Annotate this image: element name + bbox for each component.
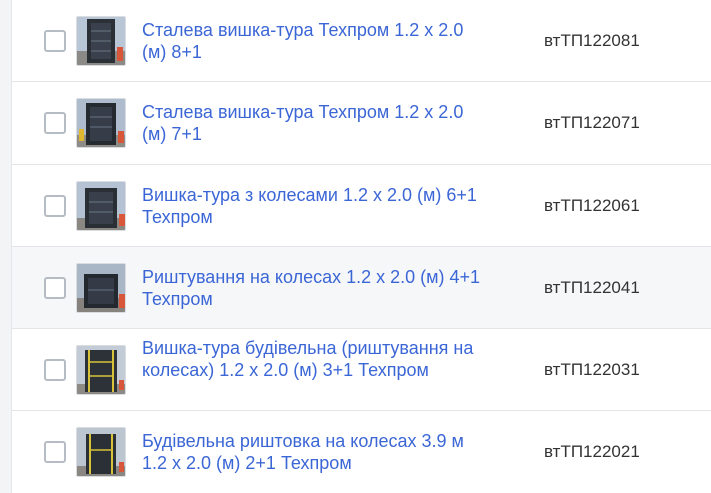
product-thumbnail[interactable] <box>76 345 126 396</box>
table-row: Будівельна риштовка на колесах 3.9 м 1.2… <box>12 411 711 493</box>
row-select-checkbox[interactable] <box>44 30 66 52</box>
product-code: втТП122021 <box>544 442 640 462</box>
row-select-checkbox[interactable] <box>44 441 66 464</box>
row-select-checkbox[interactable] <box>44 276 66 299</box>
table-row: Сталева вишка-тура Техпром 1.2 х 2.0 (м)… <box>12 82 711 165</box>
product-code: втТП122041 <box>544 277 640 297</box>
left-edge-panel <box>0 0 12 493</box>
row-select-checkbox[interactable] <box>44 112 66 135</box>
product-thumbnail[interactable] <box>76 180 126 231</box>
product-name-link[interactable]: Вишка-тура будівельна (риштування на кол… <box>142 337 492 381</box>
product-name-link[interactable]: Риштування на колесах 1.2 х 2.0 (м) 4+1 … <box>142 266 492 310</box>
product-thumbnail[interactable] <box>76 98 126 149</box>
product-name-link[interactable]: Сталева вишка-тура Техпром 1.2 х 2.0 (м)… <box>142 19 492 63</box>
product-name-link[interactable]: Вишка-тура з колесами 1.2 х 2.0 (м) 6+1 … <box>142 184 492 228</box>
product-code: втТП122081 <box>544 31 640 50</box>
product-code: втТП122071 <box>544 113 640 133</box>
table-row: Вишка-тура з колесами 1.2 х 2.0 (м) 6+1 … <box>12 164 711 247</box>
product-list: Сталева вишка-тура Техпром 1.2 х 2.0 (м)… <box>12 0 711 493</box>
product-thumbnail[interactable] <box>76 262 126 313</box>
row-select-checkbox[interactable] <box>44 194 66 217</box>
product-code: втТП122061 <box>544 195 640 215</box>
row-select-checkbox[interactable] <box>44 359 66 382</box>
product-code: втТП122031 <box>544 360 640 380</box>
product-thumbnail[interactable] <box>76 16 126 66</box>
table-row: Вишка-тура будівельна (риштування на кол… <box>12 329 711 412</box>
table-row: Сталева вишка-тура Техпром 1.2 х 2.0 (м)… <box>12 0 711 83</box>
product-thumbnail[interactable] <box>76 427 126 478</box>
table-row: Риштування на колесах 1.2 х 2.0 (м) 4+1 … <box>12 246 711 330</box>
product-name-link[interactable]: Будівельна риштовка на колесах 3.9 м 1.2… <box>142 430 492 474</box>
product-name-link[interactable]: Сталева вишка-тура Техпром 1.2 х 2.0 (м)… <box>142 101 492 145</box>
